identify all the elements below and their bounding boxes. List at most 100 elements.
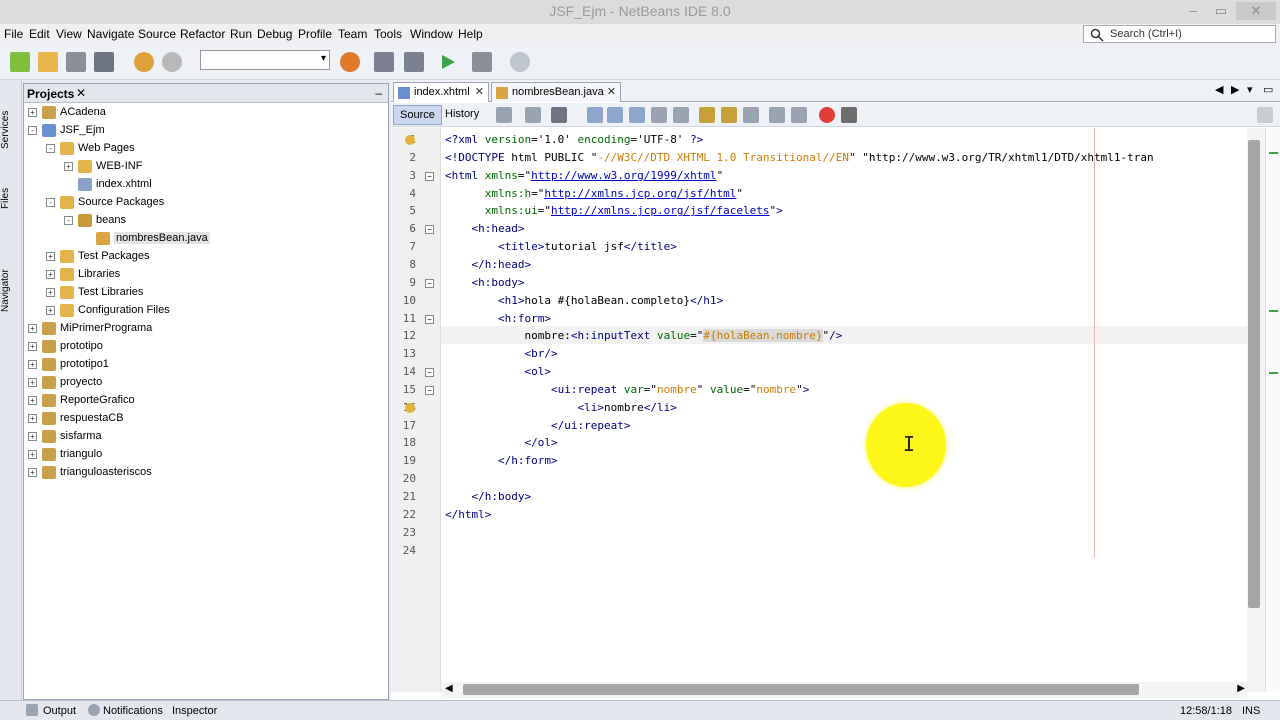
- tree-item[interactable]: + trianguloasteriscos: [24, 464, 386, 482]
- tree-item[interactable]: + sisfarma: [24, 428, 386, 446]
- find-next-icon[interactable]: [629, 107, 645, 123]
- expand-icon[interactable]: +: [28, 342, 37, 351]
- toggle-highlight-icon[interactable]: [651, 107, 667, 123]
- vertical-scroll-thumb[interactable]: [1248, 140, 1260, 608]
- menu-debug[interactable]: Debug: [257, 27, 292, 41]
- inspector-tab[interactable]: Inspector: [172, 705, 217, 717]
- stop-macro-icon[interactable]: [841, 107, 857, 123]
- toggle-selection-icon[interactable]: [673, 107, 689, 123]
- output-icon[interactable]: [26, 704, 38, 716]
- scroll-tabs-right-icon[interactable]: ▶: [1231, 83, 1239, 96]
- menu-file[interactable]: File: [4, 27, 23, 41]
- undo-icon[interactable]: [134, 52, 154, 72]
- tree-item[interactable]: - Source Packages: [24, 194, 386, 212]
- expand-icon[interactable]: +: [28, 414, 37, 423]
- collapse-icon[interactable]: -: [46, 198, 55, 207]
- expand-icon[interactable]: +: [28, 432, 37, 441]
- tab-list-icon[interactable]: ▾: [1247, 83, 1253, 96]
- build-icon[interactable]: [374, 52, 394, 72]
- close-icon[interactable]: ✕: [76, 86, 86, 100]
- run-icon[interactable]: [438, 52, 458, 72]
- source-view-button[interactable]: Source: [393, 105, 442, 125]
- minimize-button[interactable]: –: [1180, 2, 1206, 20]
- tab-services[interactable]: Services: [0, 102, 22, 158]
- collapse-icon[interactable]: -: [64, 216, 73, 225]
- tree-item[interactable]: + respuestaCB: [24, 410, 386, 428]
- maximize-button[interactable]: ▭: [1208, 2, 1234, 20]
- maximize-icon[interactable]: ▭: [1263, 83, 1273, 96]
- tree-item[interactable]: + Configuration Files: [24, 302, 386, 320]
- find-icon[interactable]: [587, 107, 603, 123]
- close-icon[interactable]: ✕: [475, 85, 484, 98]
- annotation-mark[interactable]: [1269, 372, 1278, 374]
- close-icon[interactable]: ✕: [607, 85, 616, 98]
- configuration-select[interactable]: ▾: [200, 50, 330, 70]
- code-editor[interactable]: <?xml version='1.0' encoding='UTF-8' ?> <…: [441, 128, 1247, 692]
- menu-refactor[interactable]: Refactor: [180, 27, 225, 41]
- expand-icon[interactable]: +: [46, 306, 55, 315]
- expand-icon[interactable]: +: [46, 270, 55, 279]
- history-view-button[interactable]: History: [439, 105, 485, 125]
- tab-nombresbean-java[interactable]: nombresBean.java ✕: [491, 82, 621, 102]
- fold-toggle-icon[interactable]: −: [425, 368, 434, 378]
- expand-editor-icon[interactable]: [1257, 107, 1273, 123]
- menu-run[interactable]: Run: [230, 27, 252, 41]
- close-button[interactable]: ✕: [1236, 2, 1276, 20]
- scroll-left-icon[interactable]: ◀: [445, 683, 453, 694]
- tree-item[interactable]: + prototipo1: [24, 356, 386, 374]
- redo-icon[interactable]: [162, 52, 182, 72]
- open-project-icon[interactable]: [66, 52, 86, 72]
- fold-toggle-icon[interactable]: −: [425, 314, 434, 324]
- shift-left-icon[interactable]: [769, 107, 785, 123]
- menu-edit[interactable]: Edit: [29, 27, 50, 41]
- tree-item[interactable]: + Test Libraries: [24, 284, 386, 302]
- save-all-icon[interactable]: [94, 52, 114, 72]
- expand-icon[interactable]: +: [28, 108, 37, 117]
- tab-index-xhtml[interactable]: index.xhtml ✕: [393, 82, 489, 102]
- error-stripe[interactable]: [1265, 128, 1280, 692]
- tree-item[interactable]: + triangulo: [24, 446, 386, 464]
- tree-item[interactable]: + MiPrimerPrograma: [24, 320, 386, 338]
- tab-files[interactable]: Files: [0, 178, 22, 218]
- expand-icon[interactable]: +: [28, 450, 37, 459]
- clean-build-icon[interactable]: [404, 52, 424, 72]
- collapse-icon[interactable]: -: [28, 126, 37, 135]
- new-project-icon[interactable]: [38, 52, 58, 72]
- fold-toggle-icon[interactable]: −: [425, 225, 434, 235]
- tree-item[interactable]: + ACadena: [24, 104, 386, 122]
- tree-item[interactable]: + Libraries: [24, 266, 386, 284]
- tree-item[interactable]: + WEB-INF: [24, 158, 386, 176]
- fold-toggle-icon[interactable]: −: [425, 385, 434, 395]
- start-macro-icon[interactable]: [819, 107, 835, 123]
- menu-window[interactable]: Window: [410, 27, 453, 41]
- output-tab[interactable]: Output: [43, 705, 76, 717]
- last-edit-icon[interactable]: [496, 107, 512, 123]
- hint-bulb-icon[interactable]: [405, 403, 415, 413]
- toggle-bookmark-icon[interactable]: [743, 107, 759, 123]
- tree-item[interactable]: - Web Pages: [24, 140, 386, 158]
- find-previous-icon[interactable]: [607, 107, 623, 123]
- expand-icon[interactable]: +: [28, 360, 37, 369]
- menu-tools[interactable]: Tools: [374, 27, 402, 41]
- tree-item[interactable]: + ReporteGrafico: [24, 392, 386, 410]
- menu-source[interactable]: Source: [138, 27, 176, 41]
- tree-item[interactable]: - beans: [24, 212, 386, 230]
- expand-icon[interactable]: +: [28, 378, 37, 387]
- expand-icon[interactable]: +: [46, 288, 55, 297]
- menu-view[interactable]: View: [56, 27, 82, 41]
- hint-bulb-icon[interactable]: [405, 135, 415, 145]
- tree-item[interactable]: + proyecto: [24, 374, 386, 392]
- browser-icon[interactable]: [340, 52, 360, 72]
- scroll-tabs-left-icon[interactable]: ◀: [1215, 83, 1223, 96]
- previous-bookmark-icon[interactable]: [699, 107, 715, 123]
- annotation-mark[interactable]: [1269, 310, 1278, 312]
- annotation-mark[interactable]: [1269, 152, 1278, 154]
- expand-icon[interactable]: +: [28, 324, 37, 333]
- menu-navigate[interactable]: Navigate: [87, 27, 134, 41]
- notifications-tab[interactable]: Notifications: [103, 705, 163, 717]
- expand-icon[interactable]: +: [28, 396, 37, 405]
- tree-item[interactable]: - JSF_Ejm: [24, 122, 386, 140]
- expand-icon[interactable]: +: [46, 252, 55, 261]
- fold-toggle-icon[interactable]: −: [425, 278, 434, 288]
- tree-item[interactable]: + prototipo: [24, 338, 386, 356]
